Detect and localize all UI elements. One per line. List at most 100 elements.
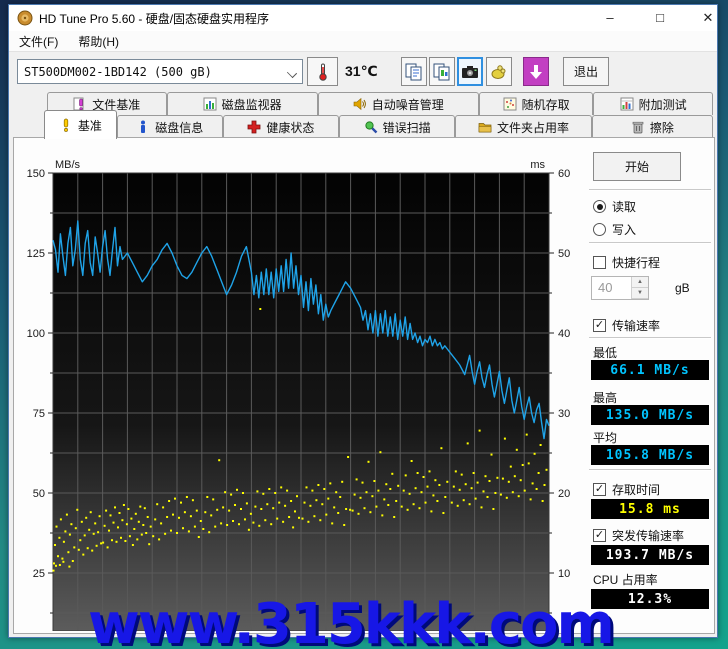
spinner-up-icon[interactable]: ▲ <box>632 277 648 288</box>
start-button[interactable]: 开始 <box>593 152 681 181</box>
temperature-value: 31℃ <box>345 63 378 79</box>
file-benchmark-icon <box>73 97 84 111</box>
svg-text:125: 125 <box>27 248 45 260</box>
divider <box>589 337 711 339</box>
tab-health[interactable]: 健康状态 <box>222 115 340 138</box>
donate-button[interactable] <box>486 57 512 86</box>
minimize-button[interactable]: – <box>595 7 625 29</box>
svg-text:MB/s: MB/s <box>55 159 81 171</box>
toolbar: ST500DM002-1BD142 (500 gB) 31℃ 退出 <box>9 53 717 92</box>
read-option[interactable]: 读取 <box>593 198 636 215</box>
tab-erase[interactable]: 擦除 <box>591 115 713 138</box>
watermark: www.315kkk.com <box>88 592 615 649</box>
tab-label: 磁盘信息 <box>155 120 204 135</box>
read-radio[interactable] <box>593 200 606 213</box>
spinner-down-icon[interactable]: ▼ <box>632 288 648 299</box>
divider <box>589 242 711 244</box>
burst-rate-checkbox[interactable] <box>593 529 606 542</box>
tab-label: 文件夹占用率 <box>496 120 569 135</box>
avg-label: 平均 <box>593 431 618 445</box>
access-time-label: 存取时间 <box>612 483 661 497</box>
tab-label: 附加测试 <box>638 97 687 112</box>
write-label: 写入 <box>612 223 637 237</box>
min-value-display: 66.1 MB/s <box>591 360 709 380</box>
tab-label: 健康状态 <box>266 120 315 135</box>
copy-image-icon <box>433 63 450 80</box>
folder-icon <box>478 123 492 133</box>
tab-label: 错误扫描 <box>382 120 431 135</box>
tab-label: 基准 <box>77 118 102 133</box>
tab-extra-tests[interactable]: 附加测试 <box>593 92 713 115</box>
access-time-checkbox[interactable] <box>593 483 606 496</box>
transfer-rate-checkbox[interactable] <box>593 319 606 332</box>
magnifier-icon <box>365 121 377 134</box>
screenshot-button[interactable] <box>457 57 483 86</box>
menu-file[interactable]: 文件(F) <box>9 31 68 51</box>
chevron-down-icon <box>286 67 298 79</box>
health-cross-icon <box>248 120 261 134</box>
close-button[interactable]: ✕ <box>693 7 723 29</box>
desktop: HD Tune Pro 5.60 - 硬盘/固态硬盘实用程序 – □ ✕ 文件(… <box>0 0 728 649</box>
drive-select-value: ST500DM002-1BD142 (500 gB) <box>24 64 212 79</box>
write-option[interactable]: 写入 <box>593 221 636 238</box>
short-stroke-value: 40 <box>598 280 613 295</box>
app-window: HD Tune Pro 5.60 - 硬盘/固态硬盘实用程序 – □ ✕ 文件(… <box>8 4 718 638</box>
svg-text:10: 10 <box>558 568 570 580</box>
temperature-button[interactable] <box>307 57 338 86</box>
svg-text:ms: ms <box>530 159 545 171</box>
trash-icon <box>632 121 644 134</box>
transfer-rate-label: 传输速率 <box>612 319 661 333</box>
hd-tune-logo-icon <box>17 10 33 26</box>
svg-text:75: 75 <box>33 408 45 420</box>
access-time-option[interactable]: 存取时间 <box>593 481 660 498</box>
update-button[interactable] <box>523 57 549 86</box>
title-bar: HD Tune Pro 5.60 - 硬盘/固态硬盘实用程序 – □ ✕ <box>9 5 717 31</box>
random-access-icon <box>503 97 517 111</box>
cpu-usage-label: CPU 占用率 <box>593 573 658 587</box>
exit-button[interactable]: 退出 <box>563 57 609 86</box>
copy-image-button[interactable] <box>429 57 455 86</box>
maximize-button[interactable]: □ <box>645 7 675 29</box>
tab-folder-usage[interactable]: 文件夹占用率 <box>455 115 592 138</box>
tab-label: 磁盘监视器 <box>221 97 282 112</box>
max-label: 最高 <box>593 391 618 405</box>
svg-text:60: 60 <box>558 168 570 180</box>
svg-text:100: 100 <box>27 328 45 340</box>
menu-bar: 文件(F) 帮助(H) <box>9 31 717 52</box>
hand-coins-icon <box>491 64 506 79</box>
tab-label: 自动噪音管理 <box>371 97 444 112</box>
short-stroke-option[interactable]: 快捷行程 <box>593 254 660 271</box>
disk-info-icon <box>141 120 146 133</box>
download-arrow-icon <box>530 64 542 79</box>
write-radio[interactable] <box>593 223 606 236</box>
max-value-display: 135.0 MB/s <box>591 405 709 425</box>
tab-random-access[interactable]: 随机存取 <box>478 92 594 115</box>
copy-text-button[interactable] <box>401 57 427 86</box>
burst-rate-option[interactable]: 突发传输速率 <box>593 527 684 544</box>
svg-text:30: 30 <box>558 408 570 420</box>
tab-disk-info[interactable]: 磁盘信息 <box>116 115 223 138</box>
svg-text:50: 50 <box>558 248 570 260</box>
gb-unit-label: gB <box>675 281 690 295</box>
tab-disk-monitor[interactable]: 磁盘监视器 <box>166 92 318 115</box>
tab-label: 擦除 <box>649 120 674 135</box>
access-time-display: 15.8 ms <box>591 499 709 519</box>
tab-aam[interactable]: 自动噪音管理 <box>317 92 479 115</box>
short-stroke-checkbox[interactable] <box>593 256 606 269</box>
drive-select[interactable]: ST500DM002-1BD142 (500 gB) <box>17 59 303 84</box>
copy-text-icon <box>405 63 422 80</box>
extra-tests-icon <box>620 97 634 111</box>
svg-text:150: 150 <box>27 168 45 180</box>
tab-error-scan[interactable]: 错误扫描 <box>339 115 456 138</box>
tab-benchmark[interactable]: 基准 <box>44 110 117 139</box>
speaker-icon <box>353 97 366 111</box>
menu-help[interactable]: 帮助(H) <box>68 31 129 51</box>
svg-text:40: 40 <box>558 328 570 340</box>
short-stroke-spinner[interactable]: 40 ▲ ▼ <box>591 276 649 300</box>
tab-row-lower: 基准 磁盘信息 健康状态 错误扫描 文件夹占用率 擦除 <box>44 110 713 139</box>
avg-value-display: 105.8 MB/s <box>591 445 709 465</box>
benchmark-chart: 150 125 100 75 50 25 60 50 40 30 20 10 MB/s ms <box>27 159 570 631</box>
transfer-rate-option[interactable]: 传输速率 <box>593 317 660 334</box>
read-label: 读取 <box>612 200 637 214</box>
divider <box>589 189 711 191</box>
